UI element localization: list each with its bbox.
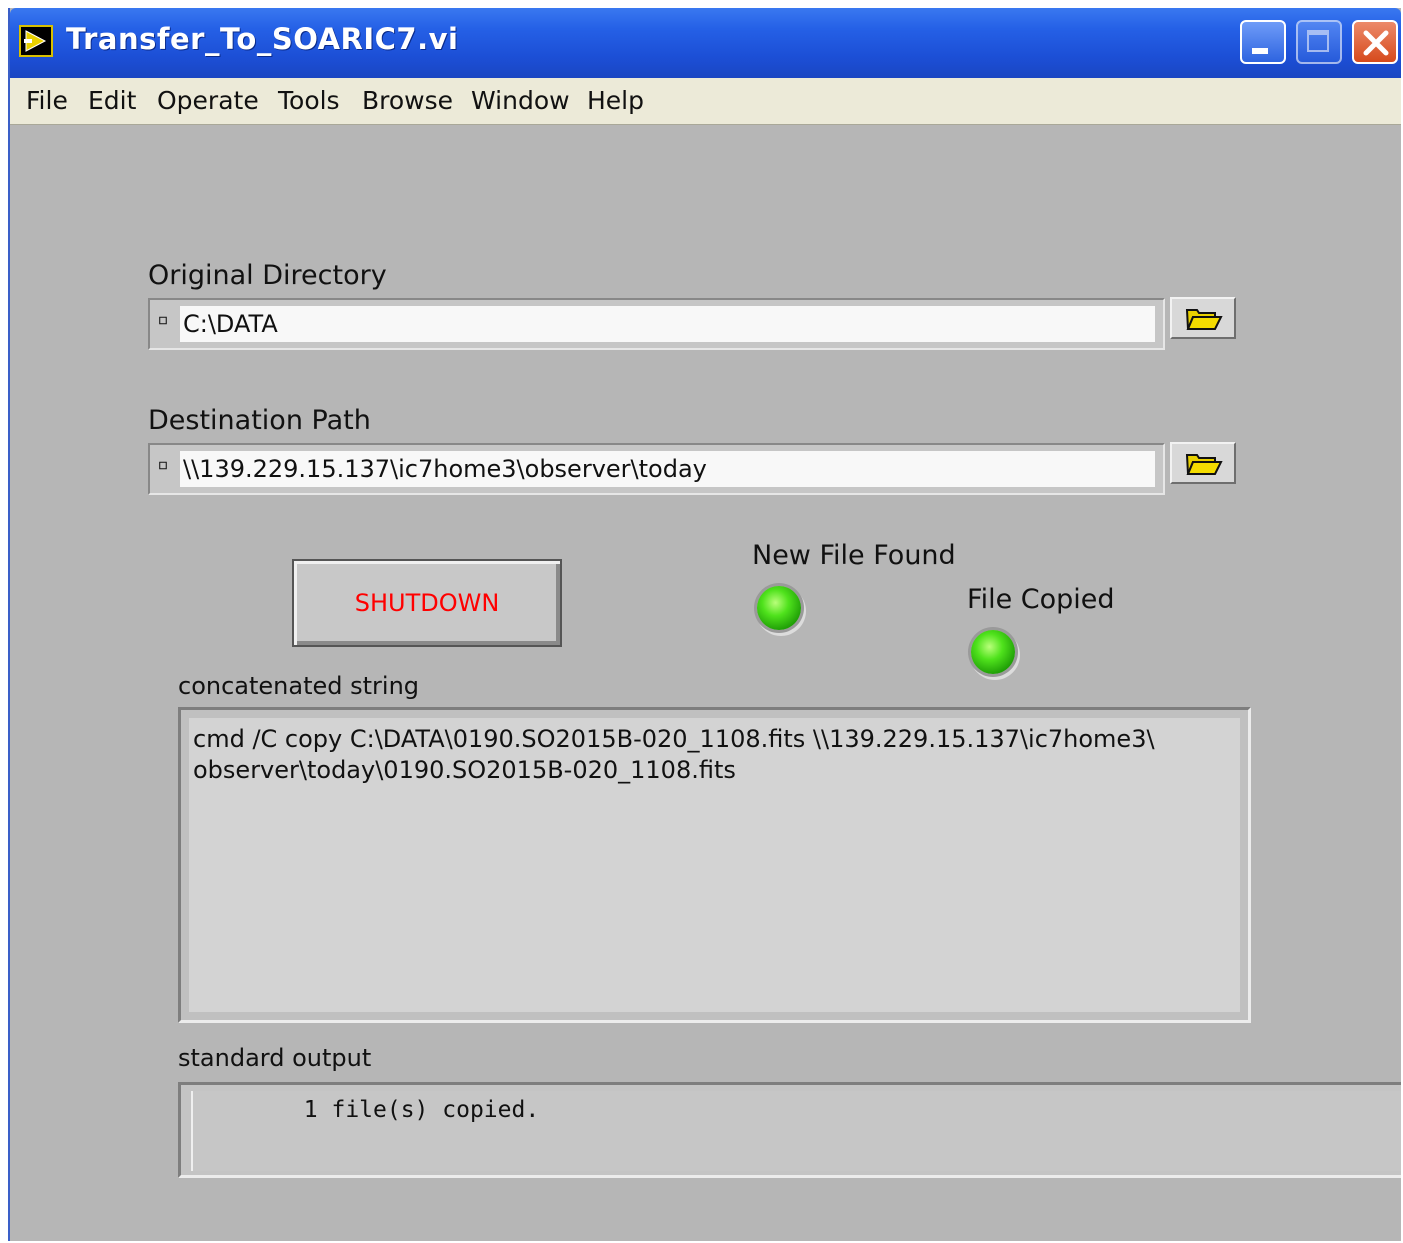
destination-path-browse-button[interactable] <box>1170 442 1236 484</box>
destination-path-input[interactable]: \\139.229.15.137\ic7home3\observer\today <box>180 451 1155 487</box>
menu-tools[interactable]: Tools <box>278 86 340 115</box>
folder-open-icon <box>1185 309 1223 330</box>
menu-bar: File Edit Operate Tools Browse Window He… <box>10 78 1401 125</box>
menu-operate[interactable]: Operate <box>157 86 259 115</box>
original-directory-label: Original Directory <box>148 260 387 291</box>
concatenated-string-indicator: cmd /C copy C:\DATA\0190.SO2015B-020_110… <box>178 707 1251 1023</box>
original-directory-control: ⸋ C:\DATA <box>148 298 1165 350</box>
maximize-icon[interactable] <box>1296 20 1342 64</box>
destination-path-control: ⸋ \\139.229.15.137\ic7home3\observer\tod… <box>148 443 1165 495</box>
menu-browse[interactable]: Browse <box>362 86 453 115</box>
title-bar[interactable]: Transfer_To_SOARIC7.vi <box>10 8 1401 78</box>
destination-path-label: Destination Path <box>148 405 371 436</box>
standard-output-value[interactable]: 1 file(s) copied. <box>191 1091 1401 1171</box>
original-directory-browse-button[interactable] <box>1170 297 1236 339</box>
file-copied-led <box>971 630 1015 674</box>
standard-output-label: standard output <box>178 1044 372 1072</box>
window-title: Transfer_To_SOARIC7.vi <box>66 22 459 56</box>
menu-file[interactable]: File <box>26 86 68 115</box>
menu-help[interactable]: Help <box>587 86 644 115</box>
labview-vi-icon <box>19 25 53 57</box>
file-copied-label: File Copied <box>967 584 1115 615</box>
labview-window: Transfer_To_SOARIC7.vi File Edit Operate… <box>8 8 1401 1241</box>
concatenated-string-value[interactable]: cmd /C copy C:\DATA\0190.SO2015B-020_110… <box>189 718 1240 1012</box>
menu-edit[interactable]: Edit <box>88 86 136 115</box>
path-type-icon: ⸋ <box>158 312 168 336</box>
minimize-icon[interactable] <box>1240 20 1286 64</box>
close-icon[interactable] <box>1352 20 1398 64</box>
standard-output-indicator: 1 file(s) copied. <box>178 1082 1401 1178</box>
folder-open-icon <box>1185 454 1223 475</box>
menu-window[interactable]: Window <box>471 86 570 115</box>
original-directory-input[interactable]: C:\DATA <box>180 306 1155 342</box>
new-file-found-led <box>757 586 801 630</box>
new-file-found-label: New File Found <box>752 540 956 571</box>
path-type-icon: ⸋ <box>158 457 168 481</box>
concatenated-string-label: concatenated string <box>178 672 420 700</box>
shutdown-button[interactable]: SHUTDOWN <box>292 559 562 647</box>
